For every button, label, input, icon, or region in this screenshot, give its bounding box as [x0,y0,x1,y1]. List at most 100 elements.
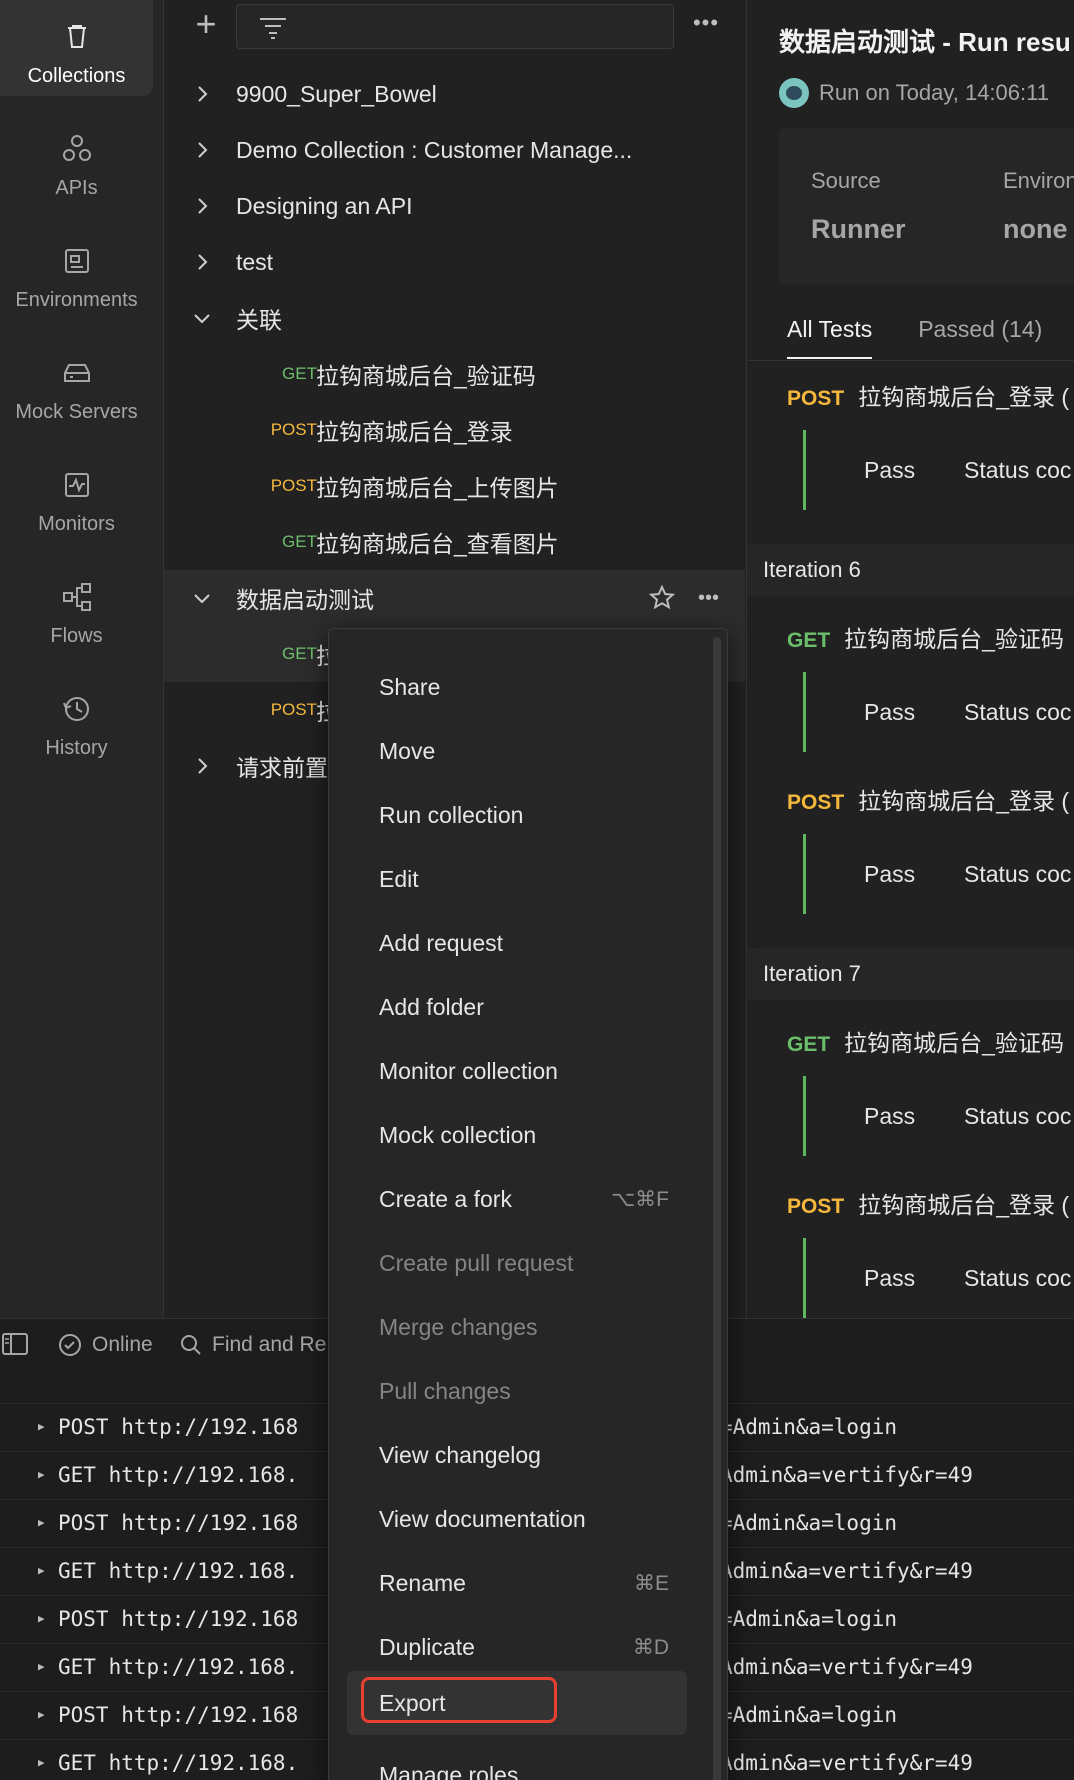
menu-item-view-documentation[interactable]: View documentation [347,1491,687,1547]
rail-item-flows[interactable]: Flows [0,560,153,656]
rail-item-history[interactable]: History [0,672,153,768]
request-name: 拉钩商城后台_验证码 [844,1030,1064,1056]
log-query: Admin&a=vertify&r=49 [720,1559,973,1583]
menu-item-add-folder[interactable]: Add folder [347,979,687,1035]
result-request[interactable]: GET 拉钩商城后台_验证码 [787,620,1064,654]
menu-item-view-changelog[interactable]: View changelog [347,1427,687,1483]
filter-input[interactable] [236,4,674,49]
menu-label: View documentation [379,1506,586,1532]
expand-icon[interactable]: ▶ [38,1468,45,1481]
request-name: 拉钩商城后台_验证码 [844,626,1064,652]
star-icon[interactable] [648,584,676,612]
log-query: =Admin&a=login [720,1703,898,1727]
chevron-down-icon [194,594,210,604]
iteration-header: Iteration 7 [747,948,1074,1000]
tab-all-tests[interactable]: All Tests [787,316,873,359]
tab-passed[interactable]: Passed (14) [918,316,1042,343]
expand-icon[interactable]: ▶ [38,1756,45,1769]
chevron-right-icon [198,254,208,270]
more-options-button[interactable]: ••• [688,10,724,40]
menu-shortcut: ⌘E [633,1572,669,1595]
menu-scrollbar[interactable] [713,637,721,1780]
expand-icon[interactable]: ▶ [38,1708,45,1721]
rail-item-collections[interactable]: Collections [0,0,153,96]
rail-item-mock-servers[interactable]: Mock Servers [0,336,153,432]
request-name: 拉钩商城后台_登录 ( [858,384,1070,410]
menu-item-run-collection[interactable]: Run collection [347,787,687,843]
expand-icon[interactable]: ▶ [38,1564,45,1577]
menu-shortcut: ⌘D [632,1636,669,1659]
result-request[interactable]: POST 拉钩商城后台_登录 ( [787,782,1069,816]
rail-item-environments[interactable]: Environments [0,224,153,320]
monitor-icon [64,473,89,497]
pass-badge: Pass [864,457,916,483]
expand-icon[interactable]: ▶ [38,1660,45,1673]
test-name: Status coc [964,1103,1072,1129]
collection-row[interactable]: Designing an API [164,178,745,234]
menu-item-edit[interactable]: Edit [347,851,687,907]
menu-item-share[interactable]: Share [347,659,687,715]
collection-row[interactable]: 关联 [164,290,745,346]
menu-label: Duplicate [379,1634,475,1660]
request-name: 拉钩商城后台_登录 [316,419,513,445]
online-status[interactable]: Online [58,1333,153,1357]
result-request[interactable]: GET 拉钩商城后台_验证码 [787,1024,1064,1058]
expand-icon[interactable]: ▶ [38,1420,45,1433]
collection-row[interactable]: 9900_Super_Bowel [164,66,745,122]
request-row[interactable]: POST 拉钩商城后台_登录 [164,402,745,458]
menu-item-mock-collection[interactable]: Mock collection [347,1107,687,1163]
page-title: 数据启动测试 - Run resu [779,27,1071,57]
log-request: GET http://192.168. [58,1655,299,1679]
find-and-replace[interactable]: Find and Re [180,1333,326,1357]
run-results-panel: 数据启动测试 - Run resu Run on Today, 14:06:11… [746,0,1074,1318]
menu-label: Create pull request [379,1250,574,1276]
menu-item-export[interactable]: Export [347,1671,687,1735]
collection-name: 数据启动测试 [236,587,374,613]
collection-row[interactable]: Demo Collection : Customer Manage... [164,122,745,178]
menu-item-rename[interactable]: Rename ⌘E [347,1555,687,1611]
menu-label: View changelog [379,1442,541,1468]
trash-bin-icon [67,25,86,48]
menu-item-create-fork[interactable]: Create a fork ⌥⌘F [347,1171,687,1227]
method-badge: POST [270,700,317,719]
menu-label: Run collection [379,802,524,828]
log-request: POST http://192.168 [58,1415,299,1439]
menu-item-move[interactable]: Move [347,723,687,779]
collection-row[interactable]: test [164,234,745,290]
test-name: Status coc [964,699,1072,725]
flows-icon [62,583,91,611]
collection-row-selected[interactable]: 数据启动测试 ••• [164,570,745,626]
request-row[interactable]: GET 拉钩商城后台_验证码 [164,346,745,402]
rail-item-monitors[interactable]: Monitors [0,448,153,544]
request-row[interactable]: GET 拉钩商城后台_查看图片 [164,514,745,570]
log-query: =Admin&a=login [720,1607,898,1631]
run-summary-card: Source Runner Environ none [779,128,1074,284]
menu-item-manage-roles[interactable]: Manage roles [347,1747,687,1780]
chevron-right-icon [198,142,208,158]
log-request: POST http://192.168 [58,1607,299,1631]
rail-item-apis[interactable]: APIs [0,112,153,208]
method-badge: GET [282,532,317,551]
rail-label: Flows [50,625,103,647]
row-more-button[interactable]: ••• [698,587,719,610]
sidebar-toggle-icon[interactable] [2,1333,28,1355]
log-query: =Admin&a=login [720,1415,898,1439]
result-request[interactable]: POST 拉钩商城后台_登录 ( [787,378,1069,412]
menu-item-create-pull-request: Create pull request [347,1235,687,1291]
method-badge: POST [787,387,845,410]
menu-item-duplicate[interactable]: Duplicate ⌘D [347,1619,687,1675]
menu-item-add-request[interactable]: Add request [347,915,687,971]
pass-badge: Pass [864,1265,916,1291]
apis-icon [62,135,91,161]
result-request[interactable]: POST 拉钩商城后台_登录 ( [787,1186,1069,1220]
check-circle-icon [59,1334,81,1356]
menu-item-monitor-collection[interactable]: Monitor collection [347,1043,687,1099]
expand-icon[interactable]: ▶ [38,1516,45,1529]
menu-shortcut: ⌥⌘F [610,1188,669,1211]
request-row[interactable]: POST 拉钩商城后台_上传图片 [164,458,745,514]
expand-icon[interactable]: ▶ [38,1612,45,1625]
environment-value: none [1003,214,1068,244]
sidebar-rail: Collections APIs Environments Mock Serve… [0,0,164,1318]
log-request: POST http://192.168 [58,1703,299,1727]
add-collection-button[interactable]: + [190,6,222,42]
